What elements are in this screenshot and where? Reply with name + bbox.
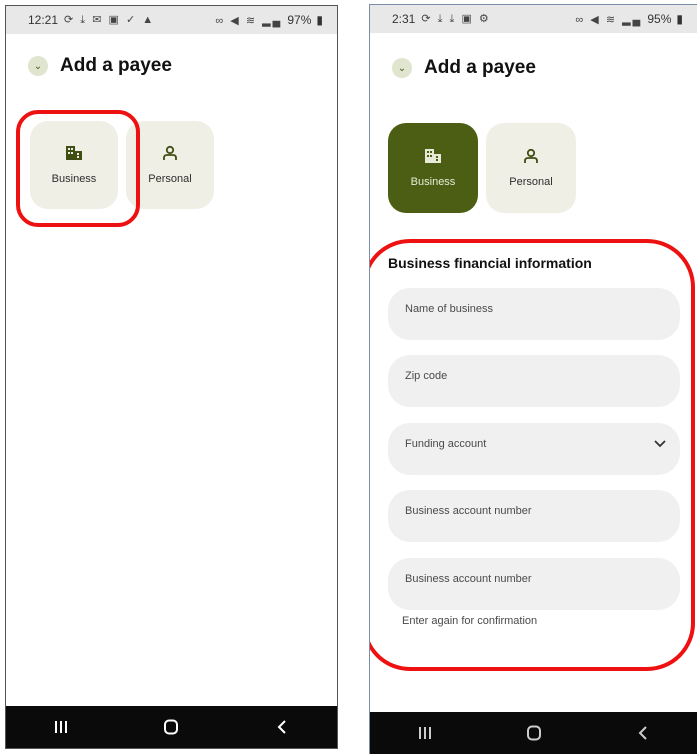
signal-icons: ∞ ◀ ≋ ▂▄ bbox=[575, 13, 643, 26]
recent-apps-button[interactable] bbox=[405, 718, 445, 748]
chevron-down-icon[interactable]: ⌄ bbox=[392, 58, 412, 78]
recent-apps-icon bbox=[55, 721, 68, 733]
left-screen: 12:21 ⟳ ⤓ ✉ ▣ ✓ ▲ ∞ ◀ ≋ ▂▄ 97% ▮ ⌄ Add a… bbox=[5, 5, 338, 749]
status-time: 12:21 bbox=[28, 13, 59, 27]
chevron-down-icon[interactable]: ⌄ bbox=[28, 56, 48, 76]
battery-icon: ▮ bbox=[676, 12, 683, 26]
building-icon bbox=[425, 149, 441, 163]
notification-icons: ⟳ ⤓ ✉ ▣ ✓ ▲ bbox=[64, 14, 156, 26]
recent-apps-icon bbox=[418, 727, 431, 739]
page-header: ⌄ Add a payee bbox=[392, 57, 536, 79]
battery-icon: ▮ bbox=[316, 13, 323, 27]
payee-type-label: Business bbox=[410, 176, 456, 188]
page-header: ⌄ Add a payee bbox=[28, 55, 172, 77]
battery-level: 95% bbox=[647, 12, 672, 26]
back-button[interactable] bbox=[623, 718, 663, 748]
highlight-annotation bbox=[370, 239, 695, 671]
status-time: 2:31 bbox=[392, 12, 416, 26]
payee-type-label: Personal bbox=[148, 173, 192, 185]
right-screen: 2:31 ⟳ ⤓ ⤓ ▣ ⚙ ∞ ◀ ≋ ▂▄ 95% ▮ ⌄ Add a pa… bbox=[369, 4, 697, 754]
notification-icons: ⟳ ⤓ ⤓ ▣ ⚙ bbox=[421, 13, 491, 25]
person-icon bbox=[163, 145, 177, 160]
payee-type-label: Personal bbox=[509, 176, 553, 188]
status-bar: 12:21 ⟳ ⤓ ✉ ▣ ✓ ▲ ∞ ◀ ≋ ▂▄ 97% ▮ bbox=[6, 6, 337, 34]
back-icon bbox=[277, 720, 286, 734]
payee-type-personal[interactable]: Personal bbox=[486, 123, 576, 213]
back-button[interactable] bbox=[262, 712, 302, 742]
home-button[interactable] bbox=[151, 712, 191, 742]
recent-apps-button[interactable] bbox=[41, 712, 81, 742]
signal-icons: ∞ ◀ ≋ ▂▄ bbox=[215, 14, 283, 27]
status-bar: 2:31 ⟳ ⤓ ⤓ ▣ ⚙ ∞ ◀ ≋ ▂▄ 95% ▮ bbox=[370, 5, 697, 33]
home-button[interactable] bbox=[514, 718, 554, 748]
system-nav-bar bbox=[370, 712, 697, 754]
page-title: Add a payee bbox=[60, 55, 172, 76]
home-icon bbox=[164, 719, 179, 735]
back-icon bbox=[638, 726, 647, 740]
payee-type-business[interactable]: Business bbox=[388, 123, 478, 213]
home-icon bbox=[526, 725, 541, 741]
person-icon bbox=[524, 148, 538, 163]
battery-level: 97% bbox=[287, 13, 312, 27]
system-nav-bar bbox=[6, 706, 337, 748]
highlight-annotation bbox=[16, 110, 140, 227]
page-title: Add a payee bbox=[424, 57, 536, 78]
